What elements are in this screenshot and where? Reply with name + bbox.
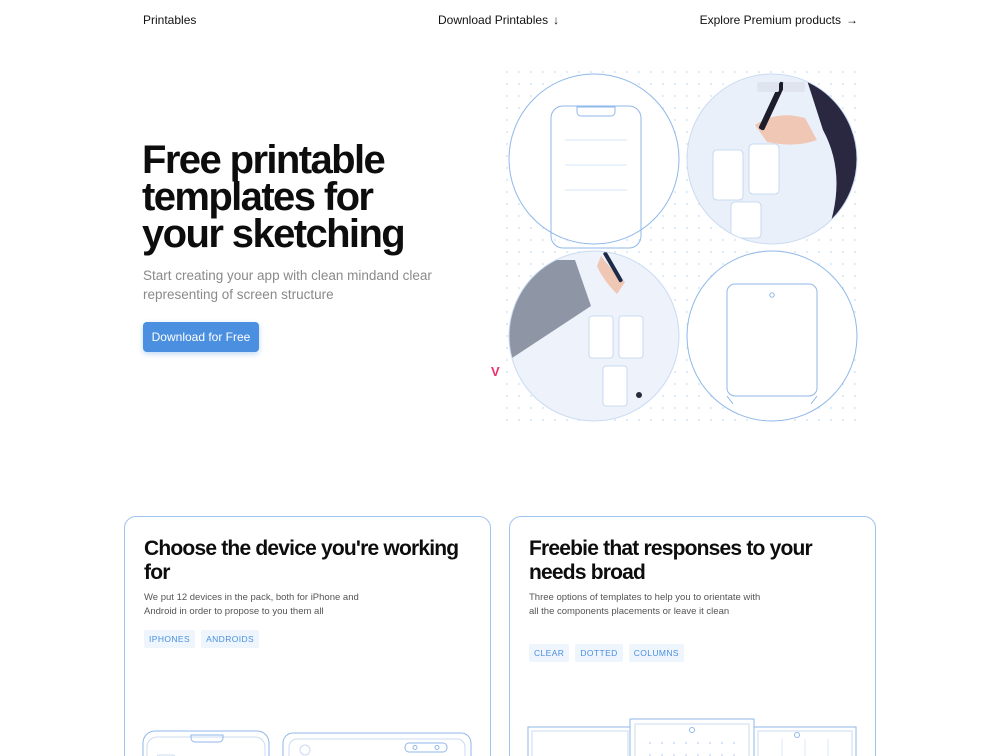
top-navigation: Printables Download Printables ↓ Explore … <box>0 0 1000 40</box>
card-title: Choose the device you're working for <box>144 537 459 584</box>
template-options-illustration <box>527 718 857 756</box>
tag-clear[interactable]: CLEAR <box>529 644 570 662</box>
device-choice-card: Choose the device you're working for We … <box>124 516 491 756</box>
arrow-down-icon: ↓ <box>553 13 560 27</box>
hero-illustration <box>505 70 860 425</box>
card-description: Three options of templates to help you t… <box>529 592 761 617</box>
tag-list: CLEAR DOTTED COLUMNS <box>529 644 684 662</box>
card-description: We put 12 devices in the pack, both for … <box>144 592 359 617</box>
hero-subtitle: Start creating your app with clean minda… <box>143 268 432 302</box>
brand-logo: V <box>491 364 500 379</box>
tag-columns[interactable]: COLUMNS <box>628 644 684 662</box>
nav-explore-label: Explore Premium products <box>699 13 841 27</box>
tag-dotted[interactable]: DOTTED <box>575 644 623 662</box>
device-templates-illustration <box>142 730 472 756</box>
nav-explore-premium-link[interactable]: Explore Premium products → <box>700 13 858 27</box>
hero-title: Free printable templates for your sketch… <box>142 138 406 256</box>
laptop-photo-circle <box>508 250 680 422</box>
tag-list: IPHONES ANDROIDS <box>144 630 260 648</box>
tag-androids[interactable]: ANDROIDS <box>201 630 260 648</box>
tag-iphones[interactable]: IPHONES <box>144 630 196 648</box>
nav-download-printables-link[interactable]: Download Printables ↓ <box>438 13 559 27</box>
template-options-card: Freebie that responses to your needs bro… <box>509 516 876 756</box>
arrow-right-icon: → <box>846 13 858 27</box>
sketching-photo-circle <box>686 73 858 245</box>
card-title: Freebie that responses to your needs bro… <box>529 537 813 584</box>
download-for-free-button[interactable]: Download for Free <box>143 322 259 352</box>
nav-download-label: Download Printables <box>438 13 549 27</box>
nav-printables-link[interactable]: Printables <box>143 13 196 27</box>
android-template-circle <box>686 250 858 422</box>
